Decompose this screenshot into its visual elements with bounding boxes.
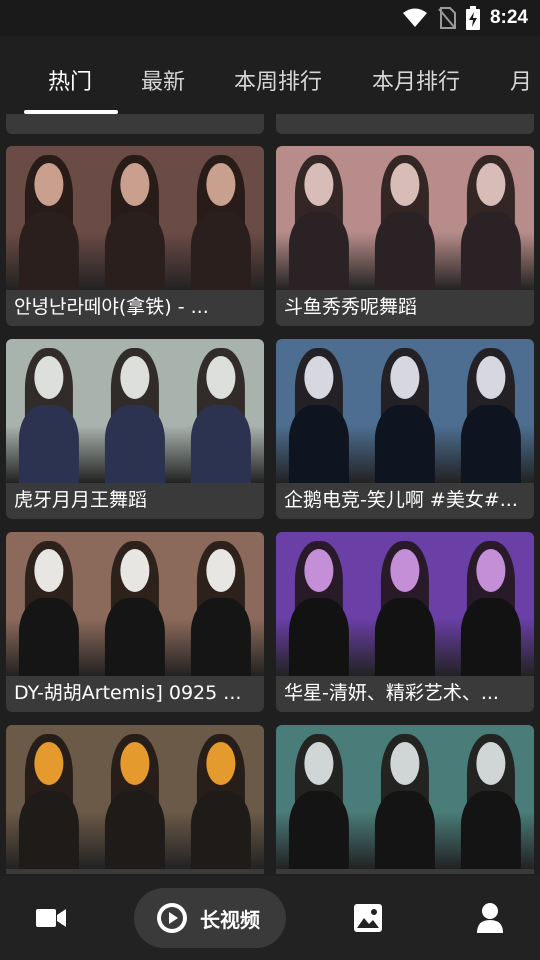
video-grid: 안녕난라떼야(拿铁) - ... 斗鱼秀秀呢舞蹈 虎牙月月王舞蹈 企鹅电竞-笑儿… xyxy=(0,114,540,874)
thumbnail-panel xyxy=(448,146,534,290)
tab-latest[interactable]: 最新 xyxy=(141,64,185,96)
tab-weekly-ranking[interactable]: 本周排行 xyxy=(234,64,322,96)
video-title: DY-胡胡Artemis] 0925 ... xyxy=(14,682,242,704)
figure-body xyxy=(460,598,522,676)
thumbnail-panel xyxy=(276,725,362,869)
bottom-navigation: 长视频 xyxy=(0,876,540,960)
figure-body xyxy=(18,212,80,290)
person-icon xyxy=(477,903,503,933)
wifi-icon xyxy=(402,8,427,27)
figure-body xyxy=(190,791,252,869)
thumbnail-panel xyxy=(178,532,264,676)
video-card[interactable]: 斗鱼秀秀呢舞蹈 xyxy=(276,146,534,326)
figure-body xyxy=(460,405,522,483)
video-card-partial[interactable] xyxy=(276,114,534,134)
video-card[interactable] xyxy=(276,725,534,874)
thumbnail-panel xyxy=(6,725,92,869)
figure-body xyxy=(104,791,166,869)
video-title: 华星-清妍、精彩艺术、... xyxy=(284,682,499,704)
status-icons: 8:24 xyxy=(402,6,528,30)
figure-body xyxy=(190,212,252,290)
thumbnail-panel xyxy=(362,339,448,483)
figure-body xyxy=(288,791,350,869)
video-card[interactable]: 华星-清妍、精彩艺术、... xyxy=(276,532,534,712)
figure-body xyxy=(374,405,436,483)
figure-body xyxy=(374,598,436,676)
video-thumbnail xyxy=(6,339,264,483)
category-tabs: 热门 最新 本周排行 本月排行 月 xyxy=(0,36,540,114)
figure-body xyxy=(104,598,166,676)
video-card[interactable]: 企鹅电竞-笑儿啊 #美女#... xyxy=(276,339,534,519)
thumbnail-panel xyxy=(178,146,264,290)
video-title: 斗鱼秀秀呢舞蹈 xyxy=(284,296,418,318)
video-thumbnail xyxy=(276,146,534,290)
tab-overflow[interactable]: 月 xyxy=(510,64,532,96)
figure-body xyxy=(18,598,80,676)
video-card[interactable] xyxy=(6,725,264,874)
nav-long-video-label: 长视频 xyxy=(200,907,260,932)
thumbnail-panel xyxy=(92,339,178,483)
video-thumbnail xyxy=(6,725,264,869)
figure-body xyxy=(288,212,350,290)
figure-body xyxy=(288,405,350,483)
play-circle-icon xyxy=(157,903,187,933)
figure-body xyxy=(374,212,436,290)
thumbnail-panel xyxy=(6,532,92,676)
thumbnail-panel xyxy=(276,146,362,290)
figure-body xyxy=(18,791,80,869)
clock: 8:24 xyxy=(489,7,528,28)
thumbnail-panel xyxy=(92,725,178,869)
figure-body xyxy=(460,791,522,869)
figure-body xyxy=(460,212,522,290)
thumbnail-panel xyxy=(362,725,448,869)
no-sim-icon xyxy=(438,7,456,29)
video-title: 虎牙月月王舞蹈 xyxy=(14,489,148,511)
thumbnail-panel xyxy=(92,532,178,676)
thumbnail-panel xyxy=(448,725,534,869)
video-card[interactable]: 안녕난라떼야(拿铁) - ... xyxy=(6,146,264,326)
tab-monthly-ranking[interactable]: 本月排行 xyxy=(372,64,460,96)
thumbnail-panel xyxy=(448,339,534,483)
tab-hot[interactable]: 热门 xyxy=(48,64,92,96)
image-icon xyxy=(354,904,382,932)
video-card[interactable]: DY-胡胡Artemis] 0925 ... xyxy=(6,532,264,712)
figure-body xyxy=(288,598,350,676)
thumbnail-panel xyxy=(362,146,448,290)
nav-long-video[interactable]: 长视频 xyxy=(134,888,286,948)
nav-profile[interactable] xyxy=(460,876,520,960)
nav-gallery[interactable] xyxy=(338,876,398,960)
figure-body xyxy=(18,405,80,483)
thumbnail-panel xyxy=(276,532,362,676)
figure-body xyxy=(374,791,436,869)
status-bar: 8:24 xyxy=(0,0,540,36)
figure-body xyxy=(190,598,252,676)
thumbnail-panel xyxy=(276,339,362,483)
thumbnail-panel xyxy=(448,532,534,676)
thumbnail-panel xyxy=(178,339,264,483)
figure-body xyxy=(190,405,252,483)
thumbnail-panel xyxy=(178,725,264,869)
video-card-partial[interactable] xyxy=(6,114,264,134)
figure-body xyxy=(104,405,166,483)
thumbnail-panel xyxy=(92,146,178,290)
video-title: 안녕난라떼야(拿铁) - ... xyxy=(14,296,209,318)
video-thumbnail xyxy=(276,339,534,483)
battery-charging-icon xyxy=(465,6,480,30)
video-thumbnail xyxy=(276,725,534,869)
video-camera-icon xyxy=(36,909,66,927)
video-card[interactable]: 虎牙月月王舞蹈 xyxy=(6,339,264,519)
figure-body xyxy=(104,212,166,290)
video-thumbnail xyxy=(6,532,264,676)
video-thumbnail xyxy=(276,532,534,676)
thumbnail-panel xyxy=(6,339,92,483)
nav-video[interactable] xyxy=(20,876,82,960)
thumbnail-panel xyxy=(362,532,448,676)
thumbnail-panel xyxy=(6,146,92,290)
video-thumbnail xyxy=(6,146,264,290)
video-title: 企鹅电竞-笑儿啊 #美女#... xyxy=(284,489,518,511)
